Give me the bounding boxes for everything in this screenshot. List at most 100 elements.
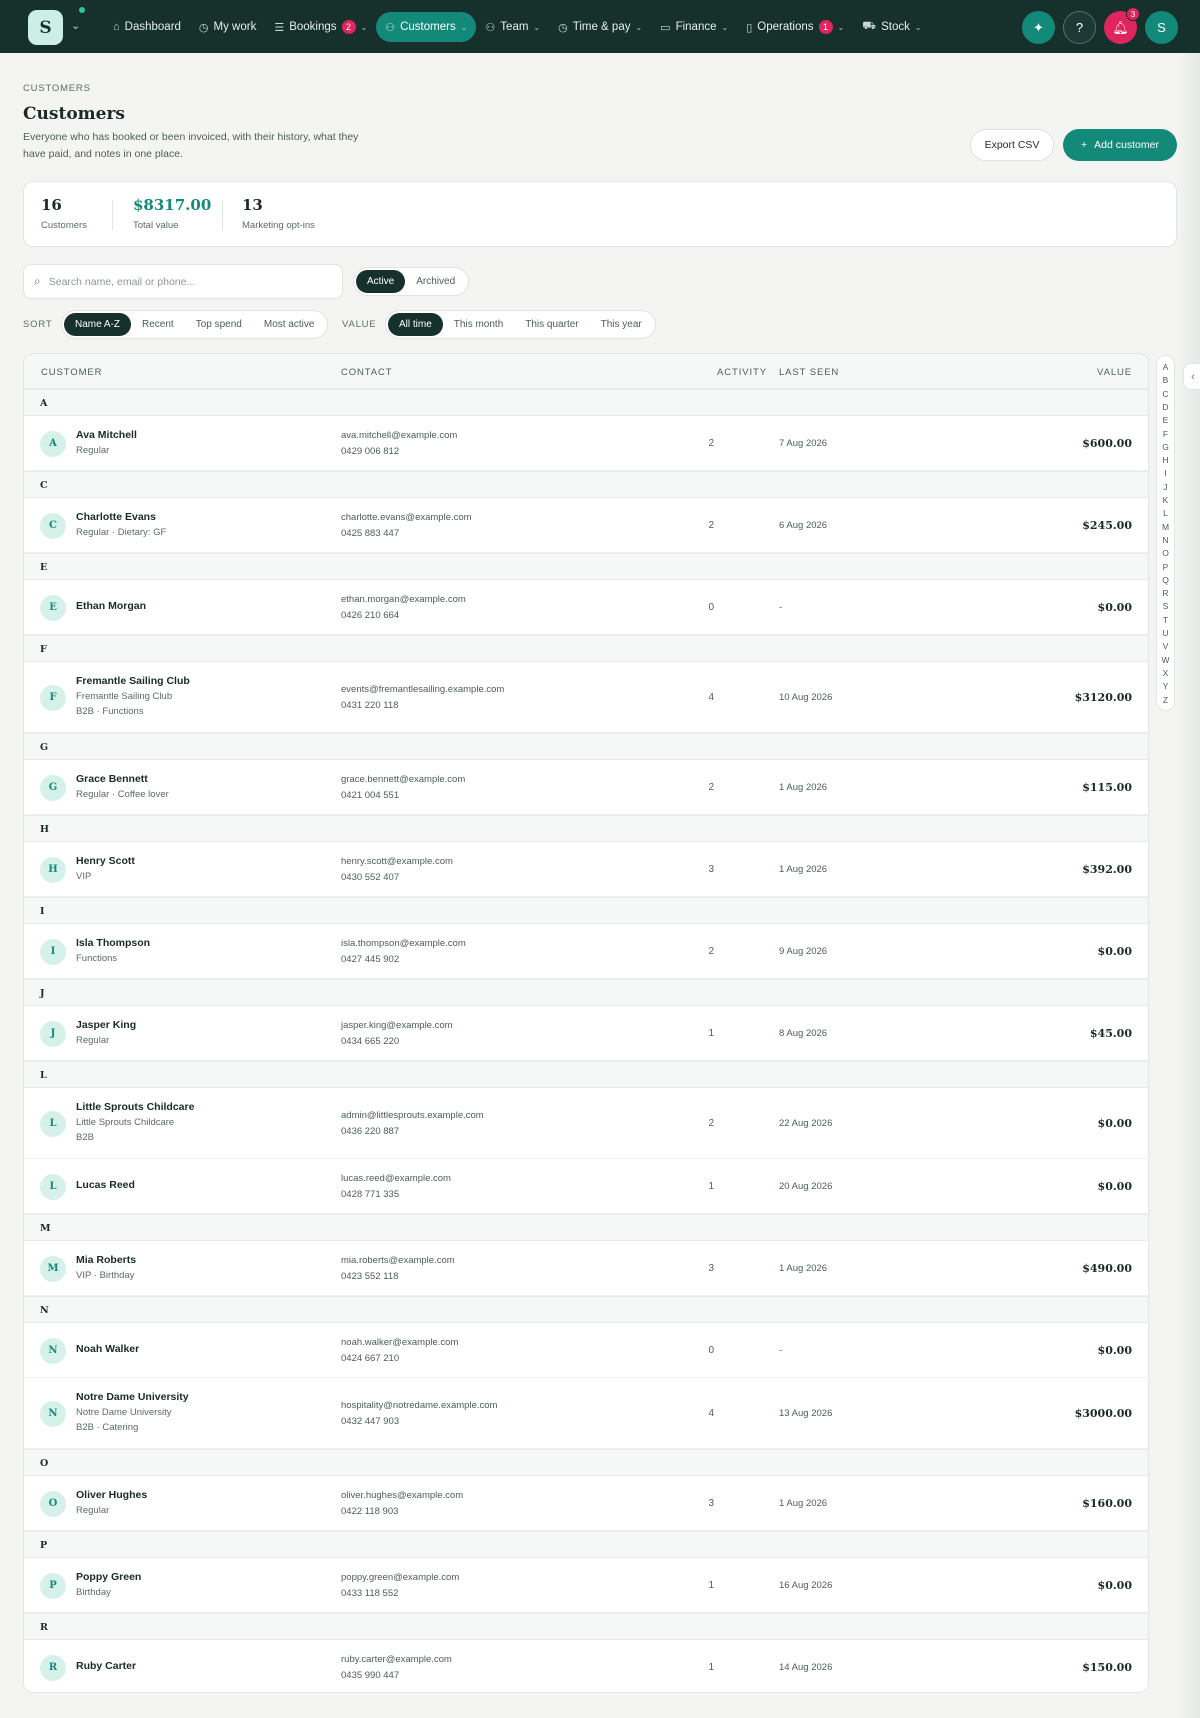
table-row[interactable]: H Henry Scott VIP henry.scott@example.com 04… <box>24 842 1148 897</box>
chevron-down-icon[interactable]: ⌄ <box>71 19 80 32</box>
customer-name[interactable]: Mia Roberts <box>76 1254 136 1266</box>
sort-most-active[interactable]: Most active <box>253 313 326 336</box>
alphabet-letter[interactable]: A <box>1157 362 1174 372</box>
customer-name[interactable]: Fremantle Sailing Club <box>76 675 190 687</box>
customer-email[interactable]: admin@littlesprouts.example.com <box>341 1110 484 1121</box>
table-row[interactable]: O Oliver Hughes Regular oliver.hughes@examp… <box>24 1476 1148 1531</box>
sort-top-spend[interactable]: Top spend <box>185 313 253 336</box>
alphabet-letter[interactable]: J <box>1157 482 1174 492</box>
filter-archived[interactable]: Archived <box>405 270 466 293</box>
app-logo[interactable]: S <box>28 10 63 45</box>
customer-email[interactable]: noah.walker@example.com <box>341 1337 458 1348</box>
alphabet-letter[interactable]: V <box>1157 641 1174 651</box>
nav-item-bookings[interactable]: ☰ Bookings 2 ⌄ <box>265 12 376 42</box>
alphabet-letter[interactable]: H <box>1157 455 1174 465</box>
nav-item-team[interactable]: ⚇ Team ⌄ <box>476 12 549 42</box>
nav-item-stock[interactable]: ⛟ Stock ⌄ <box>853 12 930 42</box>
alphabet-letter[interactable]: F <box>1157 429 1174 439</box>
alphabet-letter[interactable]: O <box>1157 548 1174 558</box>
customer-email[interactable]: poppy.green@example.com <box>341 1572 459 1583</box>
customer-name[interactable]: Jasper King <box>76 1019 136 1031</box>
table-row[interactable]: C Charlotte Evans Regular · Dietary: GF cha… <box>24 498 1148 553</box>
customer-name[interactable]: Oliver Hughes <box>76 1489 147 1501</box>
alphabet-letter[interactable]: I <box>1157 468 1174 478</box>
sort-recent[interactable]: Recent <box>131 313 185 336</box>
table-row[interactable]: N Noah Walker noah.walker@example.com 0424 … <box>24 1323 1148 1378</box>
customer-email[interactable]: ruby.carter@example.com <box>341 1654 452 1665</box>
value-all-time[interactable]: All time <box>388 313 443 336</box>
table-row[interactable]: L Lucas Reed lucas.reed@example.com 0428 77… <box>24 1159 1148 1214</box>
customer-name[interactable]: Noah Walker <box>76 1343 139 1355</box>
alphabet-letter[interactable]: B <box>1157 375 1174 385</box>
notifications-button[interactable]: 🔔︎ 3 <box>1104 7 1140 44</box>
customer-email[interactable]: ava.mitchell@example.com <box>341 430 457 441</box>
alphabet-letter[interactable]: T <box>1157 615 1174 625</box>
nav-item-my-work[interactable]: ◷ My work <box>190 12 265 42</box>
table-row[interactable]: J Jasper King Regular jasper.king@example.c… <box>24 1006 1148 1061</box>
alphabet-letter[interactable]: G <box>1157 442 1174 452</box>
export-csv-button[interactable]: Export CSV <box>970 129 1054 161</box>
alphabet-letter[interactable]: D <box>1157 402 1174 412</box>
customer-name[interactable]: Grace Bennett <box>76 773 148 785</box>
sparkle-button[interactable]: ✦ <box>1022 11 1055 44</box>
alphabet-letter[interactable]: Q <box>1157 575 1174 585</box>
alphabet-letter[interactable]: K <box>1157 495 1174 505</box>
customer-email[interactable]: henry.scott@example.com <box>341 856 453 867</box>
alphabet-letter[interactable]: Y <box>1157 681 1174 691</box>
table-row[interactable]: N Notre Dame University Notre Dame Univers… <box>24 1378 1148 1449</box>
alphabet-letter[interactable]: X <box>1157 668 1174 678</box>
search-input[interactable] <box>48 275 319 288</box>
table-row[interactable]: P Poppy Green Birthday poppy.green@example.… <box>24 1558 1148 1613</box>
customer-name[interactable]: Ethan Morgan <box>76 600 146 612</box>
table-row[interactable]: F Fremantle Sailing Club Fremantle Sailing… <box>24 662 1148 733</box>
sort-name-az[interactable]: Name A-Z <box>64 313 132 336</box>
customer-name[interactable]: Charlotte Evans <box>76 511 156 523</box>
alphabet-letter[interactable]: S <box>1157 601 1174 611</box>
table-row[interactable]: L Little Sprouts Childcare Little Sprouts … <box>24 1088 1148 1159</box>
customer-name[interactable]: Ava Mitchell <box>76 429 137 441</box>
nav-item-dashboard[interactable]: ⌂ Dashboard <box>104 12 190 42</box>
help-button[interactable]: ? <box>1063 11 1096 44</box>
customer-email[interactable]: grace.bennett@example.com <box>341 774 465 785</box>
filter-active[interactable]: Active <box>356 270 406 293</box>
table-row[interactable]: M Mia Roberts VIP · Birthday mia.roberts@ex… <box>24 1241 1148 1296</box>
customer-email[interactable]: lucas.reed@example.com <box>341 1173 451 1184</box>
add-customer-button[interactable]: + Add customer <box>1063 129 1177 161</box>
nav-item-customers[interactable]: ⚇ Customers ⌄ <box>376 12 477 42</box>
customer-name[interactable]: Henry Scott <box>76 855 135 867</box>
customer-email[interactable]: ethan.morgan@example.com <box>341 594 466 605</box>
alphabet-letter[interactable]: M <box>1157 522 1174 532</box>
alphabet-letter[interactable]: Z <box>1157 695 1174 705</box>
table-row[interactable]: A Ava Mitchell Regular ava.mitchell@example… <box>24 416 1148 471</box>
alphabet-letter[interactable]: C <box>1157 389 1174 399</box>
alphabet-letter[interactable]: E <box>1157 415 1174 425</box>
customer-name[interactable]: Isla Thompson <box>76 937 150 949</box>
alphabet-letter[interactable]: R <box>1157 588 1174 598</box>
collapse-panel-button[interactable]: ‹ <box>1183 363 1200 390</box>
user-avatar[interactable]: S <box>1145 11 1178 44</box>
customer-name[interactable]: Little Sprouts Childcare <box>76 1101 194 1113</box>
alphabet-letter[interactable]: U <box>1157 628 1174 638</box>
customer-name[interactable]: Notre Dame University <box>76 1391 189 1403</box>
table-row[interactable]: E Ethan Morgan ethan.morgan@example.com 042… <box>24 580 1148 635</box>
table-row[interactable]: I Isla Thompson Functions isla.thompson@exa… <box>24 924 1148 979</box>
customer-email[interactable]: mia.roberts@example.com <box>341 1255 455 1266</box>
nav-item-operations[interactable]: ▯ Operations 1 ⌄ <box>737 12 853 42</box>
customer-email[interactable]: isla.thompson@example.com <box>341 938 466 949</box>
customer-email[interactable]: charlotte.evans@example.com <box>341 512 472 523</box>
customer-email[interactable]: jasper.king@example.com <box>341 1020 453 1031</box>
nav-item-time-pay[interactable]: ◷ Time & pay ⌄ <box>549 12 651 42</box>
value-this-month[interactable]: This month <box>443 313 514 336</box>
customer-name[interactable]: Ruby Carter <box>76 1660 136 1672</box>
value-this-year[interactable]: This year <box>590 313 653 336</box>
customer-email[interactable]: hospitality@notredame.example.com <box>341 1400 497 1411</box>
table-row[interactable]: G Grace Bennett Regular · Coffee lover grac… <box>24 760 1148 815</box>
alphabet-letter[interactable]: N <box>1157 535 1174 545</box>
customer-email[interactable]: oliver.hughes@example.com <box>341 1490 463 1501</box>
nav-item-finance[interactable]: ▭ Finance ⌄ <box>651 12 737 42</box>
customer-name[interactable]: Lucas Reed <box>76 1179 135 1191</box>
customer-name[interactable]: Poppy Green <box>76 1571 141 1583</box>
alphabet-letter[interactable]: L <box>1157 508 1174 518</box>
alphabet-letter[interactable]: P <box>1157 562 1174 572</box>
value-this-quarter[interactable]: This quarter <box>514 313 589 336</box>
